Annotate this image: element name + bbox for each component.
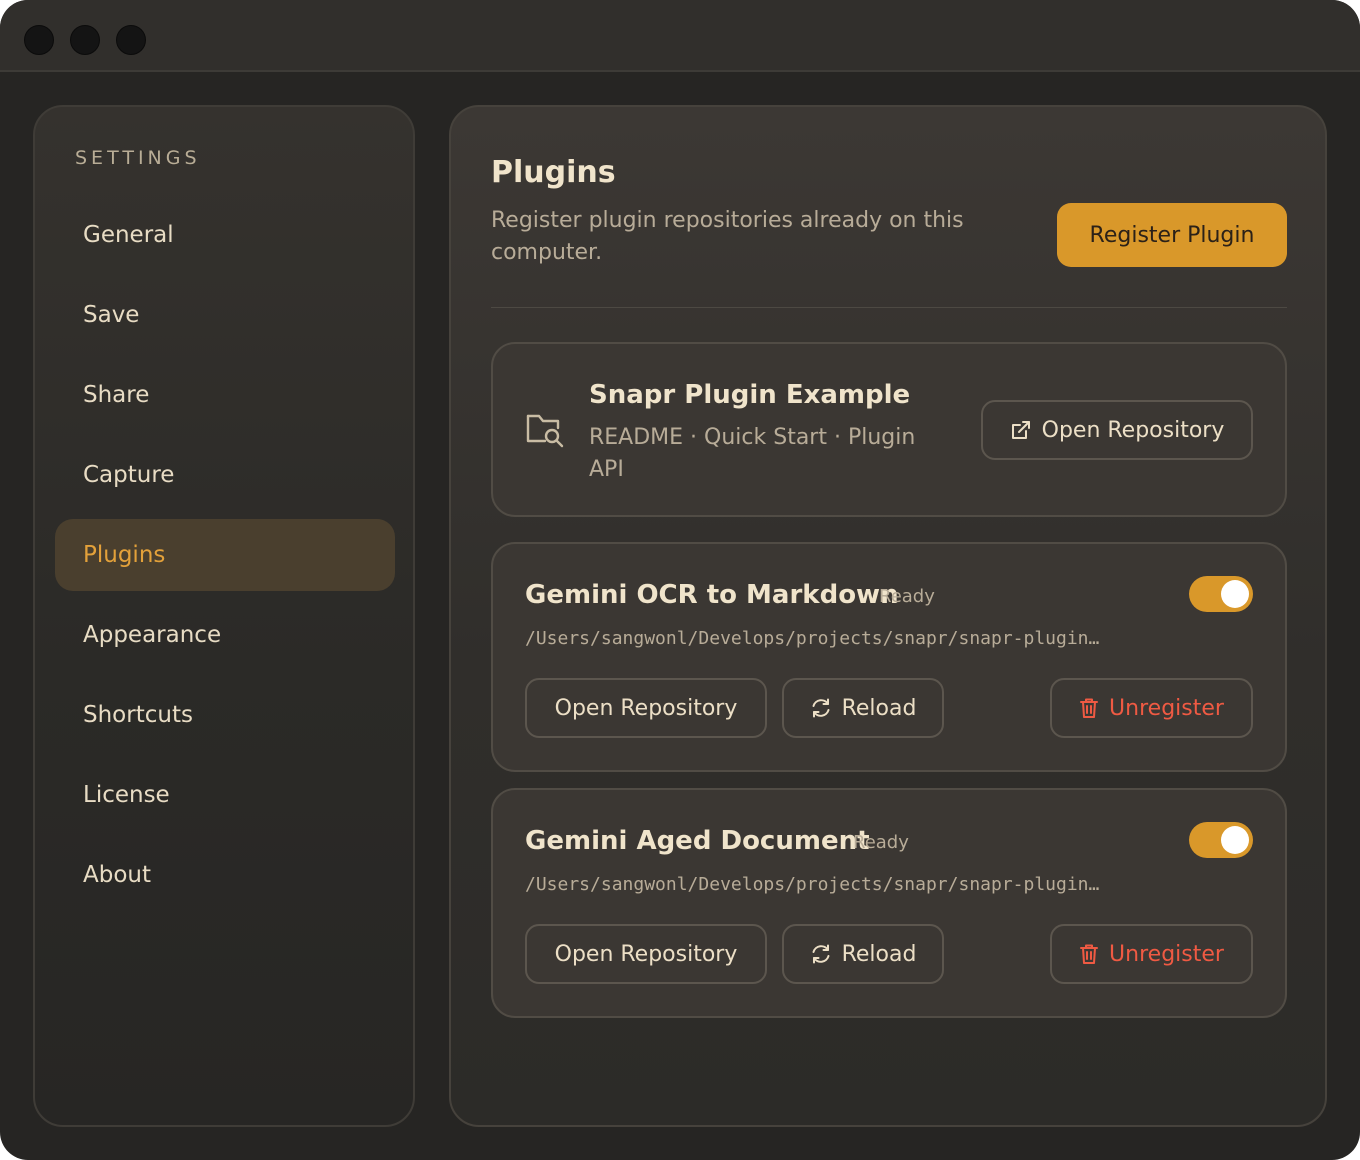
plugin-enabled-toggle[interactable]	[1189, 576, 1253, 612]
sidebar-item-plugins[interactable]: Plugins	[55, 519, 395, 591]
plugin-path: /Users/sangwonl/Develops/projects/snapr/…	[525, 874, 1100, 895]
sidebar: SETTINGS General Save Share Capture Plug…	[33, 105, 415, 1127]
plugin-enabled-toggle[interactable]	[1189, 822, 1253, 858]
sidebar-item-license[interactable]: License	[55, 759, 395, 831]
sidebar-item-general[interactable]: General	[55, 199, 395, 271]
plugin-card: Gemini Aged Document Ready /Users/sangwo…	[491, 788, 1287, 1018]
register-plugin-button[interactable]: Register Plugin	[1057, 203, 1287, 267]
plugin-path: /Users/sangwonl/Develops/projects/snapr/…	[525, 628, 1100, 649]
reload-icon	[810, 697, 832, 719]
external-link-icon	[1010, 419, 1032, 441]
page-subtitle: Register plugin repositories already on …	[491, 208, 964, 265]
minimize-window-button[interactable]	[70, 25, 100, 55]
page-title: Plugins	[491, 155, 616, 190]
sidebar-item-share[interactable]: Share	[55, 359, 395, 431]
reload-button[interactable]: Reload	[782, 678, 944, 738]
reload-icon	[810, 943, 832, 965]
folder-search-icon	[525, 410, 565, 452]
example-plugin-links: README · Quick Start · Plugin API	[589, 425, 916, 482]
unregister-label: Unregister	[1109, 695, 1224, 721]
plugin-name: Gemini OCR to Markdown	[525, 580, 899, 610]
sidebar-item-shortcuts[interactable]: Shortcuts	[55, 679, 395, 751]
divider	[491, 307, 1287, 308]
example-plugin-title: Snapr Plugin Example	[589, 380, 911, 410]
sidebar-item-appearance[interactable]: Appearance	[55, 599, 395, 671]
status-badge: Ready	[853, 832, 909, 853]
sidebar-item-save[interactable]: Save	[55, 279, 395, 351]
open-repository-button[interactable]: Open Repository	[525, 678, 767, 738]
sidebar-item-capture[interactable]: Capture	[55, 439, 395, 511]
plugin-card: Gemini OCR to Markdown Ready /Users/sang…	[491, 542, 1287, 772]
plugins-panel: Plugins Register plugin repositories alr…	[449, 105, 1327, 1127]
unregister-button[interactable]: Unregister	[1050, 678, 1253, 738]
example-open-repository-label: Open Repository	[1041, 417, 1225, 443]
trash-icon	[1079, 943, 1099, 965]
settings-window: SETTINGS General Save Share Capture Plug…	[0, 0, 1360, 1160]
close-window-button[interactable]	[24, 25, 54, 55]
status-badge: Ready	[879, 586, 935, 607]
toggle-knob	[1221, 580, 1249, 608]
unregister-button[interactable]: Unregister	[1050, 924, 1253, 984]
title-bar	[0, 0, 1360, 72]
example-plugin-card: Snapr Plugin Example README · Quick Star…	[491, 342, 1287, 517]
reload-label: Reload	[841, 695, 917, 721]
example-open-repository-button[interactable]: Open Repository	[981, 400, 1253, 460]
trash-icon	[1079, 697, 1099, 719]
reload-label: Reload	[841, 941, 917, 967]
unregister-label: Unregister	[1109, 941, 1224, 967]
toggle-knob	[1221, 826, 1249, 854]
zoom-window-button[interactable]	[116, 25, 146, 55]
open-repository-label: Open Repository	[554, 695, 738, 721]
sidebar-item-about[interactable]: About	[55, 839, 395, 911]
reload-button[interactable]: Reload	[782, 924, 944, 984]
open-repository-button[interactable]: Open Repository	[525, 924, 767, 984]
open-repository-label: Open Repository	[554, 941, 738, 967]
plugin-name: Gemini Aged Document	[525, 826, 870, 856]
sidebar-heading: SETTINGS	[75, 147, 201, 169]
